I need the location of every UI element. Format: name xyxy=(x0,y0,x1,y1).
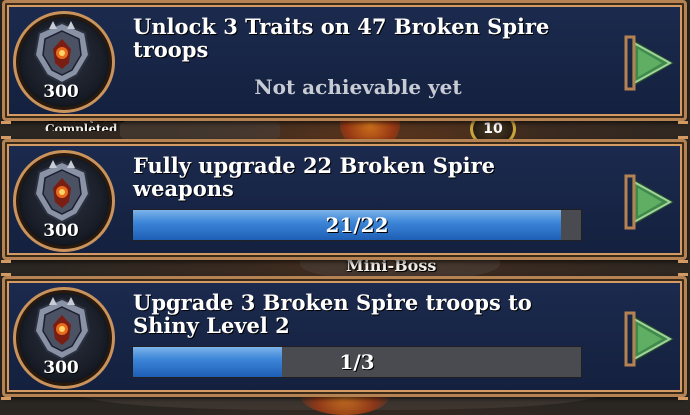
broken-spire-shield-icon xyxy=(33,297,91,361)
progress-text: 21/22 xyxy=(325,213,389,237)
quest-card-1: 300 Unlock 3 Traits on 47 Broken Spire t… xyxy=(1,0,688,124)
green-arrow-right-icon[interactable] xyxy=(624,35,678,91)
reward-emblem: 300 xyxy=(13,11,115,113)
progress-bar: 21/22 xyxy=(132,209,582,241)
quest-card-2: 300 Fully upgrade 22 Broken Spire weapon… xyxy=(1,136,688,263)
reward-value: 300 xyxy=(43,358,79,378)
green-arrow-right-icon[interactable] xyxy=(624,174,678,230)
reward-emblem: 300 xyxy=(13,287,115,389)
green-arrow-right-icon[interactable] xyxy=(624,311,678,367)
broken-spire-shield-icon xyxy=(33,21,91,85)
reward-value: 300 xyxy=(43,221,79,241)
progress-bar: 1/3 xyxy=(132,346,582,378)
quest-title: Fully upgrade 22 Broken Spire weapons xyxy=(133,153,496,201)
quest-title: Unlock 3 Traits on 47 Broken Spire troop… xyxy=(133,14,550,62)
quest-card-3: 300 Upgrade 3 Broken Spire troops to Shi… xyxy=(1,273,688,400)
quest-status: Not achievable yet xyxy=(254,75,462,99)
quest-title: Upgrade 3 Broken Spire troops to Shiny L… xyxy=(133,290,532,338)
progress-text: 1/3 xyxy=(339,350,375,374)
broken-spire-shield-icon xyxy=(33,160,91,224)
reward-emblem: 300 xyxy=(13,150,115,252)
reward-value: 300 xyxy=(43,82,79,102)
